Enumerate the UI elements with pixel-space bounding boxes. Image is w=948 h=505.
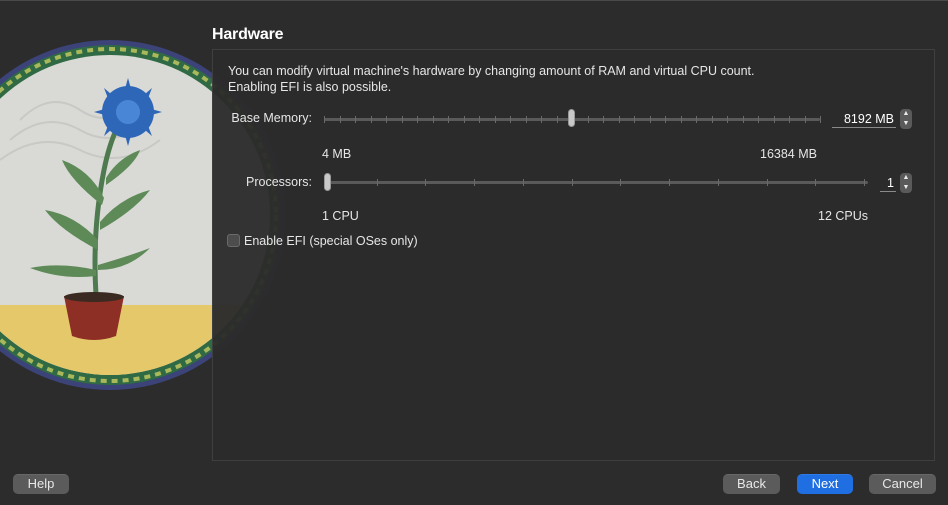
base-memory-slider-tick — [634, 116, 635, 123]
processors-slider-tick — [718, 179, 719, 186]
base-memory-stepper[interactable]: ▲ ▼ — [900, 109, 912, 129]
processors-slider-tick — [669, 179, 670, 186]
base-memory-slider-tick — [433, 116, 434, 123]
page-title: Hardware — [212, 26, 284, 43]
base-memory-slider-tick — [681, 116, 682, 123]
base-memory-slider-tick — [743, 116, 744, 123]
base-memory-slider-tick — [324, 116, 325, 123]
base-memory-slider-tick — [650, 116, 651, 123]
processors-stepper[interactable]: ▲ ▼ — [900, 173, 912, 193]
processors-slider-tick — [474, 179, 475, 186]
processors-value-field[interactable]: 1 — [880, 175, 896, 192]
base-memory-slider-tick — [557, 116, 558, 123]
base-memory-slider-tick — [619, 116, 620, 123]
next-button[interactable]: Next — [797, 474, 853, 494]
base-memory-slider-tick — [402, 116, 403, 123]
base-memory-min-label: 4 MB — [322, 147, 352, 161]
base-memory-slider-tick — [727, 116, 728, 123]
cancel-button[interactable]: Cancel — [869, 474, 936, 494]
description-line-1: You can modify virtual machine's hardwar… — [228, 64, 755, 78]
processors-slider-tick — [620, 179, 621, 186]
enable-efi-label[interactable]: Enable EFI (special OSes only) — [244, 234, 418, 248]
processors-max-label: 12 CPUs — [818, 209, 869, 223]
base-memory-slider-tick — [371, 116, 372, 123]
base-memory-slider-tick — [495, 116, 496, 123]
base-memory-slider-tick — [417, 116, 418, 123]
chevron-down-icon[interactable]: ▼ — [900, 183, 912, 193]
chevron-down-icon[interactable]: ▼ — [900, 119, 912, 129]
processors-slider-tick — [767, 179, 768, 186]
base-memory-slider-tick — [541, 116, 542, 123]
base-memory-slider-tick — [479, 116, 480, 123]
base-memory-max-label: 16384 MB — [760, 147, 817, 161]
base-memory-slider-tick — [355, 116, 356, 123]
base-memory-label: Base Memory: — [231, 111, 312, 125]
back-button[interactable]: Back — [723, 474, 780, 494]
processors-slider-tick — [425, 179, 426, 186]
processors-slider-tick — [864, 179, 865, 186]
base-memory-slider-tick — [696, 116, 697, 123]
base-memory-slider-tick — [464, 116, 465, 123]
base-memory-slider-tick — [526, 116, 527, 123]
processors-label: Processors: — [246, 175, 312, 189]
processors-slider-tick — [377, 179, 378, 186]
base-memory-slider-tick — [805, 116, 806, 123]
processors-slider-tick — [815, 179, 816, 186]
base-memory-slider-thumb[interactable] — [568, 109, 575, 127]
base-memory-slider-tick — [588, 116, 589, 123]
base-memory-slider-tick — [665, 116, 666, 123]
chevron-up-icon[interactable]: ▲ — [900, 173, 912, 183]
description-line-2: Enabling EFI is also possible. — [228, 80, 392, 94]
processors-slider-thumb[interactable] — [324, 173, 331, 191]
enable-efi-checkbox[interactable] — [227, 234, 240, 247]
base-memory-slider-tick — [340, 116, 341, 123]
base-memory-slider-tick — [603, 116, 604, 123]
page-description: You can modify virtual machine's hardwar… — [228, 63, 755, 95]
base-memory-slider-tick — [448, 116, 449, 123]
help-button[interactable]: Help — [13, 474, 69, 494]
base-memory-slider-tick — [758, 116, 759, 123]
base-memory-slider-tick — [510, 116, 511, 123]
processors-slider-tick — [523, 179, 524, 186]
processors-min-label: 1 CPU — [322, 209, 359, 223]
base-memory-value-field[interactable]: 8192 MB — [832, 111, 896, 128]
chevron-up-icon[interactable]: ▲ — [900, 109, 912, 119]
base-memory-slider-tick — [712, 116, 713, 123]
processors-slider-track[interactable] — [324, 181, 868, 184]
base-memory-slider-tick — [774, 116, 775, 123]
base-memory-slider-tick — [789, 116, 790, 123]
base-memory-slider-tick — [386, 116, 387, 123]
base-memory-slider-tick — [820, 116, 821, 123]
processors-slider-tick — [572, 179, 573, 186]
